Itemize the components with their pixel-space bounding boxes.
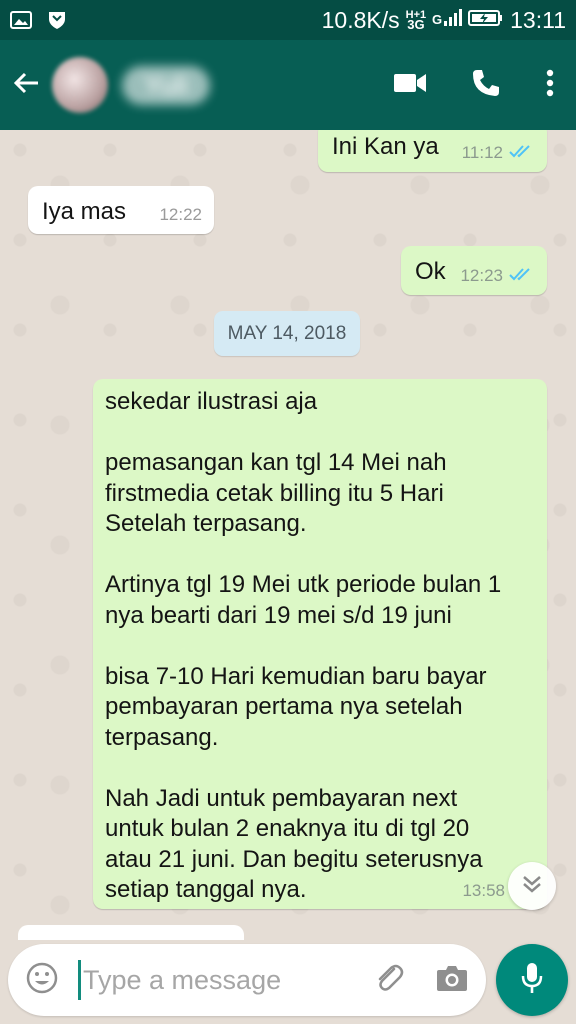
- emoji-button[interactable]: [8, 944, 76, 1016]
- message-bubble-partial: [18, 925, 244, 940]
- avatar[interactable]: [52, 57, 108, 113]
- svg-text:G: G: [432, 12, 442, 27]
- message-meta: 12:22: [159, 205, 202, 225]
- message-text: Ok: [415, 258, 446, 285]
- status-bar: 10.8K/s H+1 3G G 13:11: [0, 0, 576, 40]
- message-meta: 13:58: [462, 881, 505, 901]
- image-icon: [10, 10, 32, 30]
- video-call-button[interactable]: [372, 40, 448, 130]
- message-meta: 11:12: [462, 143, 535, 163]
- contact-name[interactable]: Yuli: [122, 65, 210, 105]
- clock: 13:11: [510, 6, 566, 33]
- message-bubble[interactable]: sekedar ilustrasi aja pemasangan kan tgl…: [93, 379, 547, 909]
- more-options-button[interactable]: [524, 40, 576, 130]
- voice-call-icon: [471, 68, 501, 103]
- voice-call-button[interactable]: [448, 40, 524, 130]
- attach-button[interactable]: [359, 944, 419, 1016]
- network-speed: 10.8K/s: [321, 6, 400, 33]
- message-input[interactable]: [83, 964, 353, 996]
- message-bubble[interactable]: Ok 12:23: [401, 246, 547, 295]
- message-time: 13:58: [462, 881, 505, 900]
- voice-record-button[interactable]: [496, 944, 568, 1016]
- signal-icon: G: [432, 7, 463, 34]
- message-bubble[interactable]: Iya mas 12:22: [28, 186, 214, 234]
- message-time: 11:12: [461, 143, 503, 162]
- conversation[interactable]: Ini Kan ya 11:12 Iya mas 12:22 Ok 12:23 …: [0, 130, 576, 940]
- message-time: 12:23: [460, 266, 503, 285]
- video-call-icon: [393, 72, 427, 99]
- attach-icon: [372, 961, 406, 1000]
- message-composer: [8, 944, 486, 1016]
- chat-header: Yuli: [0, 40, 576, 130]
- camera-icon: [436, 964, 468, 997]
- message-time: 12:22: [159, 205, 202, 224]
- message-text: sekedar ilustrasi aja pemasangan kan tgl…: [105, 388, 502, 903]
- chevrons-down-icon: [521, 875, 543, 898]
- more-vert-icon: [546, 69, 554, 102]
- message-text: Ini Kan ya: [332, 133, 439, 160]
- scroll-to-bottom-button[interactable]: [508, 862, 556, 910]
- message-bubble[interactable]: Ini Kan ya 11:12: [318, 130, 547, 172]
- back-arrow-icon: [12, 71, 40, 100]
- message-text: Iya mas: [42, 198, 127, 225]
- battery-charging-icon: [468, 7, 504, 34]
- camera-button[interactable]: [419, 944, 485, 1016]
- network-type-indicator: H+1 3G: [405, 9, 427, 32]
- back-button[interactable]: [0, 40, 52, 130]
- date-separator: MAY 14, 2018: [214, 311, 360, 356]
- read-ticks-icon: [509, 143, 535, 163]
- message-meta: 12:23: [460, 266, 535, 286]
- emoji-icon: [25, 961, 59, 1000]
- text-cursor: [78, 960, 81, 1000]
- mic-icon: [520, 961, 544, 1000]
- shield-icon: [46, 10, 68, 30]
- read-ticks-icon: [509, 266, 535, 286]
